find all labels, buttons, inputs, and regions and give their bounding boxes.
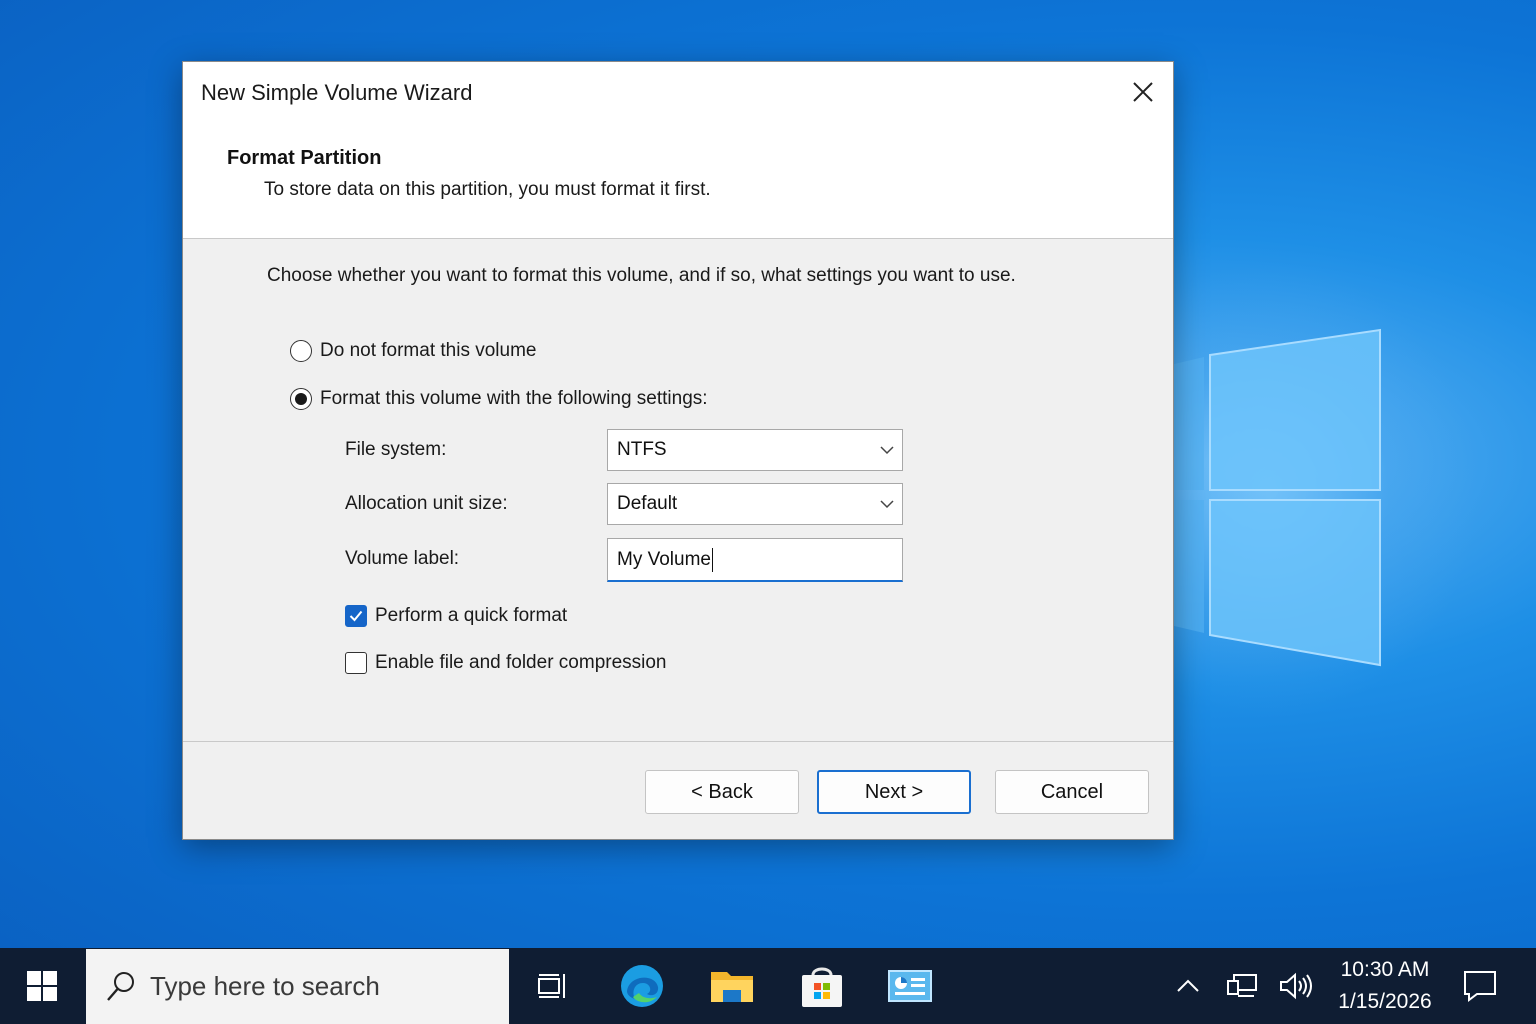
- taskbar: Type here to search 10:30 AM 1/15/2026: [0, 948, 1536, 1024]
- action-center-button[interactable]: [1460, 948, 1500, 1024]
- clock-date: 1/15/2026: [1338, 990, 1432, 1013]
- task-view-button[interactable]: [521, 948, 585, 1024]
- radio-format[interactable]: Format this volume with the following se…: [290, 388, 708, 410]
- edge-button[interactable]: [610, 948, 674, 1024]
- close-icon: [1133, 82, 1153, 102]
- quick-format-label: Perform a quick format: [375, 605, 568, 626]
- radio-button[interactable]: [290, 340, 312, 362]
- network-button[interactable]: [1222, 948, 1262, 1024]
- dialog-header: New Simple Volume Wizard Format Partitio…: [183, 62, 1173, 239]
- radio-no-format[interactable]: Do not format this volume: [290, 340, 536, 362]
- compression-checkbox-row[interactable]: Enable file and folder compression: [345, 652, 667, 674]
- windows-start-icon: [27, 971, 57, 1001]
- clock-time: 10:30 AM: [1340, 958, 1430, 981]
- volume-label-label: Volume label:: [345, 548, 460, 569]
- search-icon: [107, 971, 134, 1001]
- edge-icon: [621, 965, 663, 1007]
- wizard-dialog: New Simple Volume Wizard Format Partitio…: [182, 61, 1174, 840]
- windows-desktop-logo: [1170, 328, 1381, 667]
- compression-label: Enable file and folder compression: [375, 652, 667, 673]
- allocation-unit-label: Allocation unit size:: [345, 493, 508, 514]
- speaker-icon: [1280, 972, 1312, 1000]
- volume-button[interactable]: [1276, 948, 1316, 1024]
- taskbar-search-box[interactable]: Type here to search: [86, 949, 509, 1024]
- control-panel-icon: [888, 970, 932, 1002]
- search-placeholder: Type here to search: [150, 971, 380, 1001]
- allocation-unit-dropdown[interactable]: Default: [607, 483, 903, 525]
- page-subheading: To store data on this partition, you mus…: [264, 179, 711, 200]
- notification-icon: [1464, 971, 1496, 1002]
- store-button[interactable]: [790, 948, 854, 1024]
- cancel-button[interactable]: Cancel: [995, 770, 1149, 814]
- radio-button-selected[interactable]: [290, 388, 312, 410]
- close-button[interactable]: [1123, 74, 1163, 110]
- control-panel-button[interactable]: [878, 948, 942, 1024]
- checkmark-icon: [349, 610, 363, 622]
- file-explorer-icon: [711, 972, 753, 1002]
- intro-text: Choose whether you want to format this v…: [267, 265, 1016, 286]
- page-heading: Format Partition: [227, 147, 382, 169]
- footer-divider: [183, 741, 1173, 742]
- file-system-label: File system:: [345, 439, 447, 460]
- back-button[interactable]: < Back: [645, 770, 799, 814]
- chevron-down-icon: [872, 499, 902, 509]
- start-button[interactable]: [0, 948, 84, 1024]
- file-explorer-button[interactable]: [700, 948, 764, 1024]
- quick-format-checkbox[interactable]: [345, 605, 367, 627]
- quick-format-checkbox-row[interactable]: Perform a quick format: [345, 605, 567, 627]
- file-system-value: NTFS: [617, 439, 667, 460]
- show-hidden-icons-button[interactable]: [1172, 948, 1204, 1024]
- store-icon: [802, 967, 842, 1007]
- radio-selected-dot: [295, 393, 307, 405]
- compression-checkbox[interactable]: [345, 652, 367, 674]
- radio-no-format-label: Do not format this volume: [320, 340, 537, 361]
- chevron-up-icon: [1177, 979, 1199, 992]
- taskbar-clock[interactable]: 10:30 AM 1/15/2026: [1330, 954, 1440, 1018]
- radio-format-label: Format this volume with the following se…: [320, 388, 708, 409]
- allocation-unit-value: Default: [617, 493, 678, 514]
- network-icon: [1227, 974, 1257, 997]
- next-button[interactable]: Next >: [817, 770, 971, 814]
- text-caret: [711, 547, 713, 572]
- dialog-title: New Simple Volume Wizard: [201, 80, 473, 105]
- task-view-icon: [538, 974, 565, 998]
- volume-label-value: My Volume: [617, 548, 711, 570]
- volume-label-input[interactable]: My Volume: [607, 538, 903, 582]
- file-system-dropdown[interactable]: NTFS: [607, 429, 903, 471]
- chevron-down-icon: [872, 445, 902, 455]
